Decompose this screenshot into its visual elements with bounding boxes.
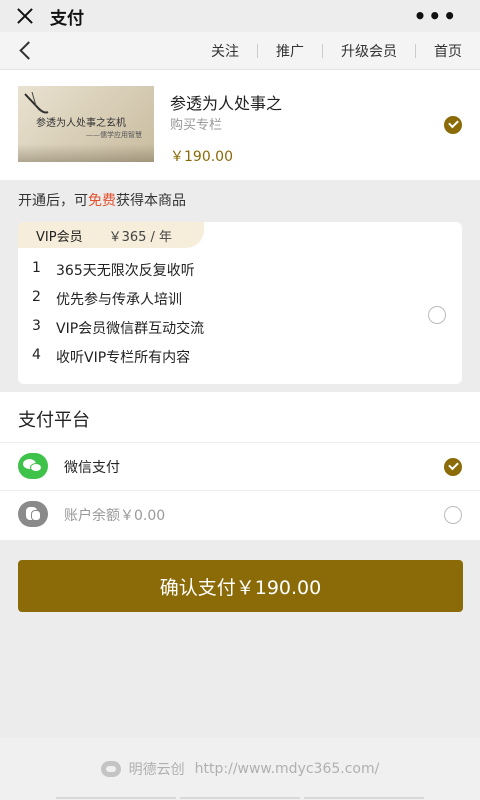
nav-bar: 关注 推广 升级会员 首页 [0,32,480,70]
nav-links: 关注 推广 升级会员 首页 [193,32,480,70]
footer-brand: 明德云创 [128,762,185,778]
vip-select-radio[interactable] [428,306,446,324]
vip-benefit: 3 VIP会员微信群互动交流 [32,318,205,337]
nav-link-home[interactable]: 首页 [416,41,480,61]
vip-membership-card[interactable]: VIP会员 ￥365 / 年 1 365天无限次反复收听 2 优先参与传承人培训 3… [18,222,462,384]
payment-section: 支付平台 微信支付 账户余额￥0.00 [0,392,480,540]
confirm-payment-button[interactable]: 确认支付￥190.00 [18,560,463,612]
vip-name: VIP会员 [36,229,83,245]
back-arrow-icon[interactable] [0,32,40,70]
balance-select-radio[interactable] [444,506,462,524]
wallet-balance-icon [18,501,48,527]
nav-link-upgrade[interactable]: 升级会员 [323,41,415,61]
free-highlight: 免费 [88,193,116,209]
page-title: 支付 [50,8,84,29]
nav-link-follow[interactable]: 关注 [193,41,257,61]
payment-title: 支付平台 [18,410,90,431]
vip-tag: VIP会员 ￥365 / 年 [18,222,204,248]
more-options-icon[interactable]: ••• [414,4,458,28]
payment-option-label: 微信支付 [64,460,120,476]
close-icon[interactable] [14,5,36,27]
wechat-selected-check-icon[interactable] [444,458,462,476]
vip-benefit: 1 365天无限次反复收听 [32,260,195,279]
product-card: 参透为人处事之玄机 ——儒学应用智慧 参透为人处事之 购买专栏 ￥190.00 [0,70,480,180]
thumbnail-subtitle: ——儒学应用智慧 [86,131,142,139]
top-bar: 支付 ••• [0,0,480,32]
payment-option-label: 账户余额￥0.00 [64,508,166,524]
product-type: 购买专栏 [170,118,223,133]
product-thumbnail: 参透为人处事之玄机 ——儒学应用智慧 [18,86,154,162]
vip-benefit: 4 收听VIP专栏所有内容 [32,347,191,366]
thumbnail-title: 参透为人处事之玄机 [36,118,126,129]
nav-link-promote[interactable]: 推广 [258,41,322,61]
payment-option-wechat[interactable]: 微信支付 [0,442,480,490]
payment-option-balance[interactable]: 账户余额￥0.00 [0,490,480,538]
product-price: ￥190.00 [170,149,233,165]
product-name: 参透为人处事之 [170,94,283,113]
footer-url[interactable]: http://www.mdyc365.com/ [195,761,380,777]
vip-benefit: 2 优先参与传承人培训 [32,289,182,308]
product-selected-check-icon[interactable] [444,116,462,134]
footer: 明德云创 http://www.mdyc365.com/ [0,738,480,800]
vip-price: ￥365 / 年 [108,229,173,245]
brand-logo-icon [100,761,121,777]
wechat-pay-icon [18,453,48,479]
membership-tip: 开通后，可免费获得本商品 [18,193,186,209]
